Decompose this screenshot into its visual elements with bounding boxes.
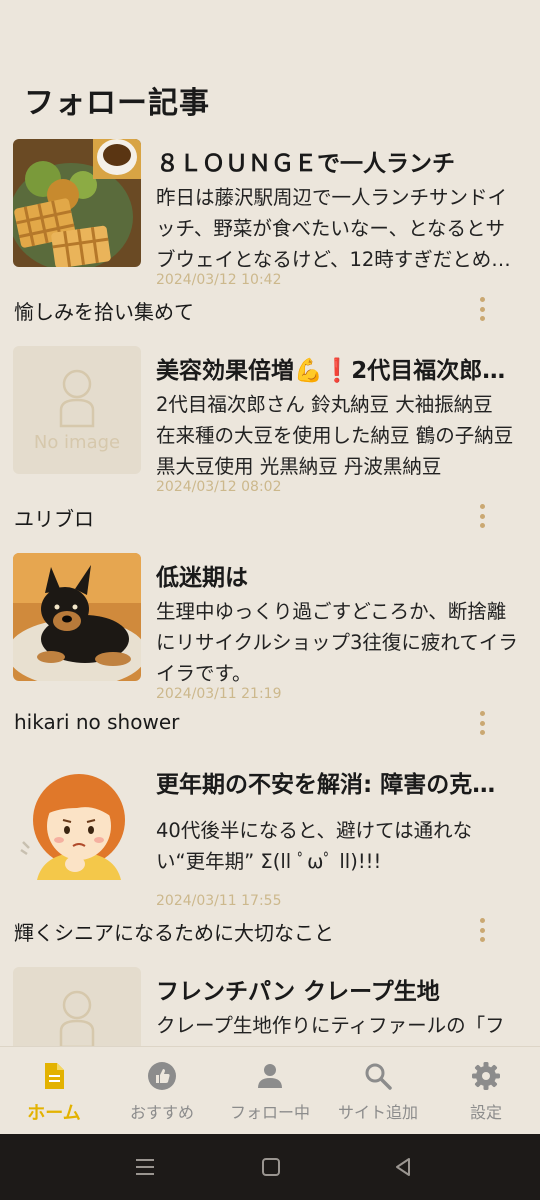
nav-label: 設定 bbox=[469, 1103, 502, 1122]
article-blog-name[interactable]: 輝くシニアになるために大切なこと bbox=[14, 917, 334, 946]
article-thumbnail-placeholder[interactable] bbox=[13, 967, 141, 1046]
more-options-icon[interactable] bbox=[472, 916, 492, 944]
article-date: 2024/03/12 08:02 bbox=[156, 479, 282, 495]
nav-label: サイト追加 bbox=[337, 1103, 418, 1122]
more-options-icon[interactable] bbox=[472, 709, 492, 737]
article-excerpt: 生理中ゆっくり過ごすどころか、断捨離にリサイクルショップ3往復に疲れてイライラで… bbox=[156, 600, 518, 685]
article-item[interactable]: ８ＬＯＵＮＧＥで一人ランチ 昨日は藤沢駅周辺で一人ランチサンドイッチ、野菜が食べ… bbox=[0, 132, 540, 339]
home-button-icon[interactable] bbox=[258, 1154, 284, 1180]
article-title[interactable]: ８ＬＯＵＮＧＥで一人ランチ bbox=[156, 144, 516, 178]
nav-label: ホーム bbox=[27, 1103, 81, 1124]
person-icon bbox=[255, 1061, 285, 1091]
article-item[interactable]: フレンチパン クレープ生地 クレープ生地作りにティファールの「フレンチパン」とい… bbox=[0, 960, 540, 1046]
article-title[interactable]: 低迷期は bbox=[156, 558, 516, 592]
page-title: フォロー記事 bbox=[24, 86, 210, 121]
more-options-icon[interactable] bbox=[472, 295, 492, 323]
article-item[interactable]: No image 美容効果倍増💪❗️2代目福次郎さんの納豆 2代目福次郎さん 鈴… bbox=[0, 339, 540, 546]
article-blog-name[interactable]: ユリブロ bbox=[14, 503, 94, 532]
article-thumbnail-illustration[interactable] bbox=[13, 760, 141, 888]
article-title[interactable]: 更年期の不安を解消: 障害の克服方法 bbox=[156, 765, 516, 799]
nav-following[interactable]: フォロー中 bbox=[216, 1047, 324, 1134]
article-item[interactable]: 更年期の不安を解消: 障害の克服方法 40代後半になると、避けては通れない“更年… bbox=[0, 753, 540, 960]
bottom-navigation: ホーム おすすめ フォロー中 サイト追加 設定 bbox=[0, 1046, 540, 1134]
article-date: 2024/03/11 21:19 bbox=[156, 686, 282, 702]
no-image-label: No image bbox=[33, 432, 121, 453]
gear-icon bbox=[471, 1061, 501, 1091]
no-image-icon bbox=[59, 369, 95, 428]
article-excerpt: 昨日は藤沢駅周辺で一人ランチサンドイッチ、野菜が食べたいなー、となるとサブウェイ… bbox=[156, 186, 511, 271]
nav-recommended[interactable]: おすすめ bbox=[108, 1047, 216, 1134]
article-date: 2024/03/12 10:42 bbox=[156, 272, 282, 288]
article-thumbnail-placeholder[interactable]: No image bbox=[13, 346, 141, 474]
more-options-icon[interactable] bbox=[472, 502, 492, 530]
nav-home[interactable]: ホーム bbox=[0, 1047, 108, 1134]
document-icon bbox=[39, 1061, 69, 1091]
recent-apps-icon[interactable] bbox=[132, 1154, 158, 1180]
article-excerpt: 2代目福次郎さん 鈴丸納豆 大袖振納豆 在来種の大豆を使用した納豆 鶴の子納豆 … bbox=[156, 393, 514, 478]
search-icon bbox=[363, 1061, 393, 1091]
article-title[interactable]: 美容効果倍増💪❗️2代目福次郎さんの納豆 bbox=[156, 351, 516, 385]
article-excerpt: 40代後半になると、避けては通れない“更年期” Σ(ll ﾟωﾟ ll)!!! bbox=[156, 819, 473, 873]
nav-label: おすすめ bbox=[129, 1103, 194, 1122]
article-date: 2024/03/11 17:55 bbox=[156, 893, 282, 909]
article-item[interactable]: 低迷期は 生理中ゆっくり過ごすどころか、断捨離にリサイクルショップ3往復に疲れて… bbox=[0, 546, 540, 753]
nav-label: フォロー中 bbox=[229, 1103, 310, 1122]
article-thumbnail-dog[interactable] bbox=[13, 553, 141, 681]
nav-settings[interactable]: 設定 bbox=[432, 1047, 540, 1134]
article-title[interactable]: フレンチパン クレープ生地 bbox=[156, 972, 516, 1006]
thumbs-up-icon bbox=[147, 1061, 177, 1091]
no-image-icon bbox=[59, 990, 95, 1046]
nav-add-site[interactable]: サイト追加 bbox=[324, 1047, 432, 1134]
article-thumbnail-waffle[interactable] bbox=[13, 139, 141, 267]
system-navigation-bar bbox=[0, 1134, 540, 1200]
article-blog-name[interactable]: 愉しみを拾い集めて bbox=[14, 296, 194, 325]
article-blog-name[interactable]: hikari no shower bbox=[14, 710, 179, 734]
article-excerpt: クレープ生地作りにティファールの「フレンチパン」というフライパンを使っています bbox=[156, 1014, 507, 1046]
article-feed[interactable]: ８ＬＯＵＮＧＥで一人ランチ 昨日は藤沢駅周辺で一人ランチサンドイッチ、野菜が食べ… bbox=[0, 132, 540, 1046]
back-button-icon[interactable] bbox=[390, 1154, 416, 1180]
